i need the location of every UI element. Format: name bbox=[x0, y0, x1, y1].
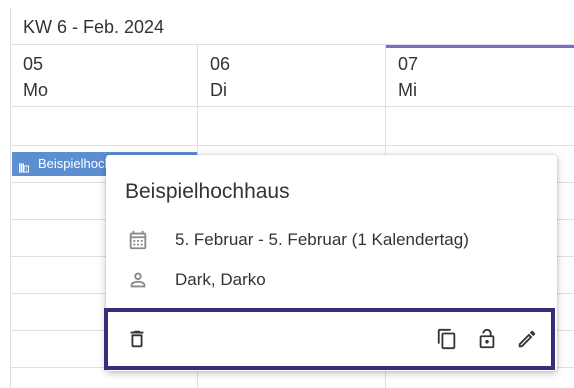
copy-icon bbox=[437, 328, 456, 350]
day-name: Mi bbox=[398, 80, 417, 100]
person-icon bbox=[127, 269, 149, 291]
lock-icon bbox=[479, 328, 495, 349]
day-header-tuesday[interactable]: 06 Di bbox=[198, 45, 385, 107]
week-title: KW 6 - Feb. 2024 bbox=[23, 17, 165, 37]
calendar-icon bbox=[127, 229, 149, 251]
date-row: 5. Februar - 5. Februar (1 Kalendertag) bbox=[106, 226, 557, 256]
delete-icon bbox=[130, 330, 144, 348]
event-details-popup: Beispielhochhaus 5. Februar - 5. Februar… bbox=[104, 155, 557, 371]
day-name: Di bbox=[210, 80, 227, 100]
day-name: Mo bbox=[23, 80, 49, 100]
day-header-wednesday[interactable]: 07 Mi bbox=[386, 45, 574, 107]
date-text: 5. Februar - 5. Februar (1 Kalendertag) bbox=[175, 230, 469, 249]
week-header: KW 6 - Feb. 2024 bbox=[10, 8, 574, 45]
day-number: 07 bbox=[398, 54, 419, 74]
day-number: 05 bbox=[23, 54, 44, 74]
day-number: 06 bbox=[210, 54, 231, 74]
popup-actions-bar bbox=[104, 308, 555, 370]
lock-button[interactable] bbox=[474, 326, 500, 352]
edit-icon bbox=[518, 330, 536, 348]
person-row: Dark, Darko bbox=[106, 266, 557, 296]
edit-button[interactable] bbox=[514, 326, 540, 352]
grid-line bbox=[10, 145, 574, 146]
person-text: Dark, Darko bbox=[175, 270, 266, 289]
delete-button[interactable] bbox=[124, 326, 150, 352]
popup-title: Beispielhochhaus bbox=[125, 180, 290, 203]
copy-button[interactable] bbox=[434, 326, 460, 352]
building-icon bbox=[18, 158, 30, 173]
day-header-monday[interactable]: 05 Mo bbox=[11, 45, 197, 107]
